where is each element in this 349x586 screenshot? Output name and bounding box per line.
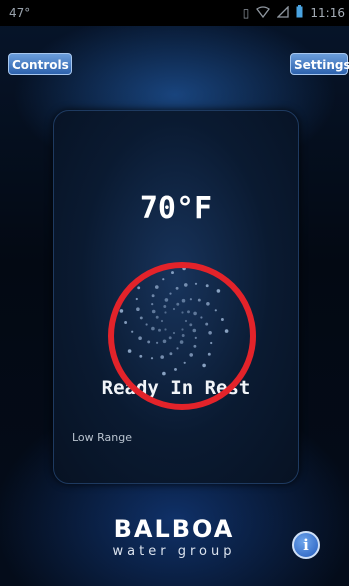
brand-tagline: water group <box>112 544 236 559</box>
status-bar: 47° ▯ 11:16 <box>0 0 349 26</box>
vibrate-icon: ▯ <box>242 6 250 20</box>
battery-icon <box>296 5 303 21</box>
status-time: 11:16 <box>310 6 345 20</box>
info-button[interactable]: i <box>292 531 320 559</box>
controls-button[interactable]: Controls <box>8 53 72 75</box>
status-left-text: 47° <box>9 6 31 20</box>
highlight-circle <box>108 262 256 410</box>
wifi-icon <box>256 5 271 21</box>
brand-logo: BALBOA water group <box>94 515 254 559</box>
temperature-display: 70°F <box>139 191 213 226</box>
app-screen: 47° ▯ 11:16 Controls Settings 70°F Ready… <box>0 0 349 586</box>
settings-button[interactable]: Settings <box>290 53 349 75</box>
brand-name: BALBOA <box>113 515 235 543</box>
status-right: ▯ 11:16 <box>242 4 345 21</box>
signal-icon <box>276 4 290 21</box>
range-label: Low Range <box>72 431 133 444</box>
